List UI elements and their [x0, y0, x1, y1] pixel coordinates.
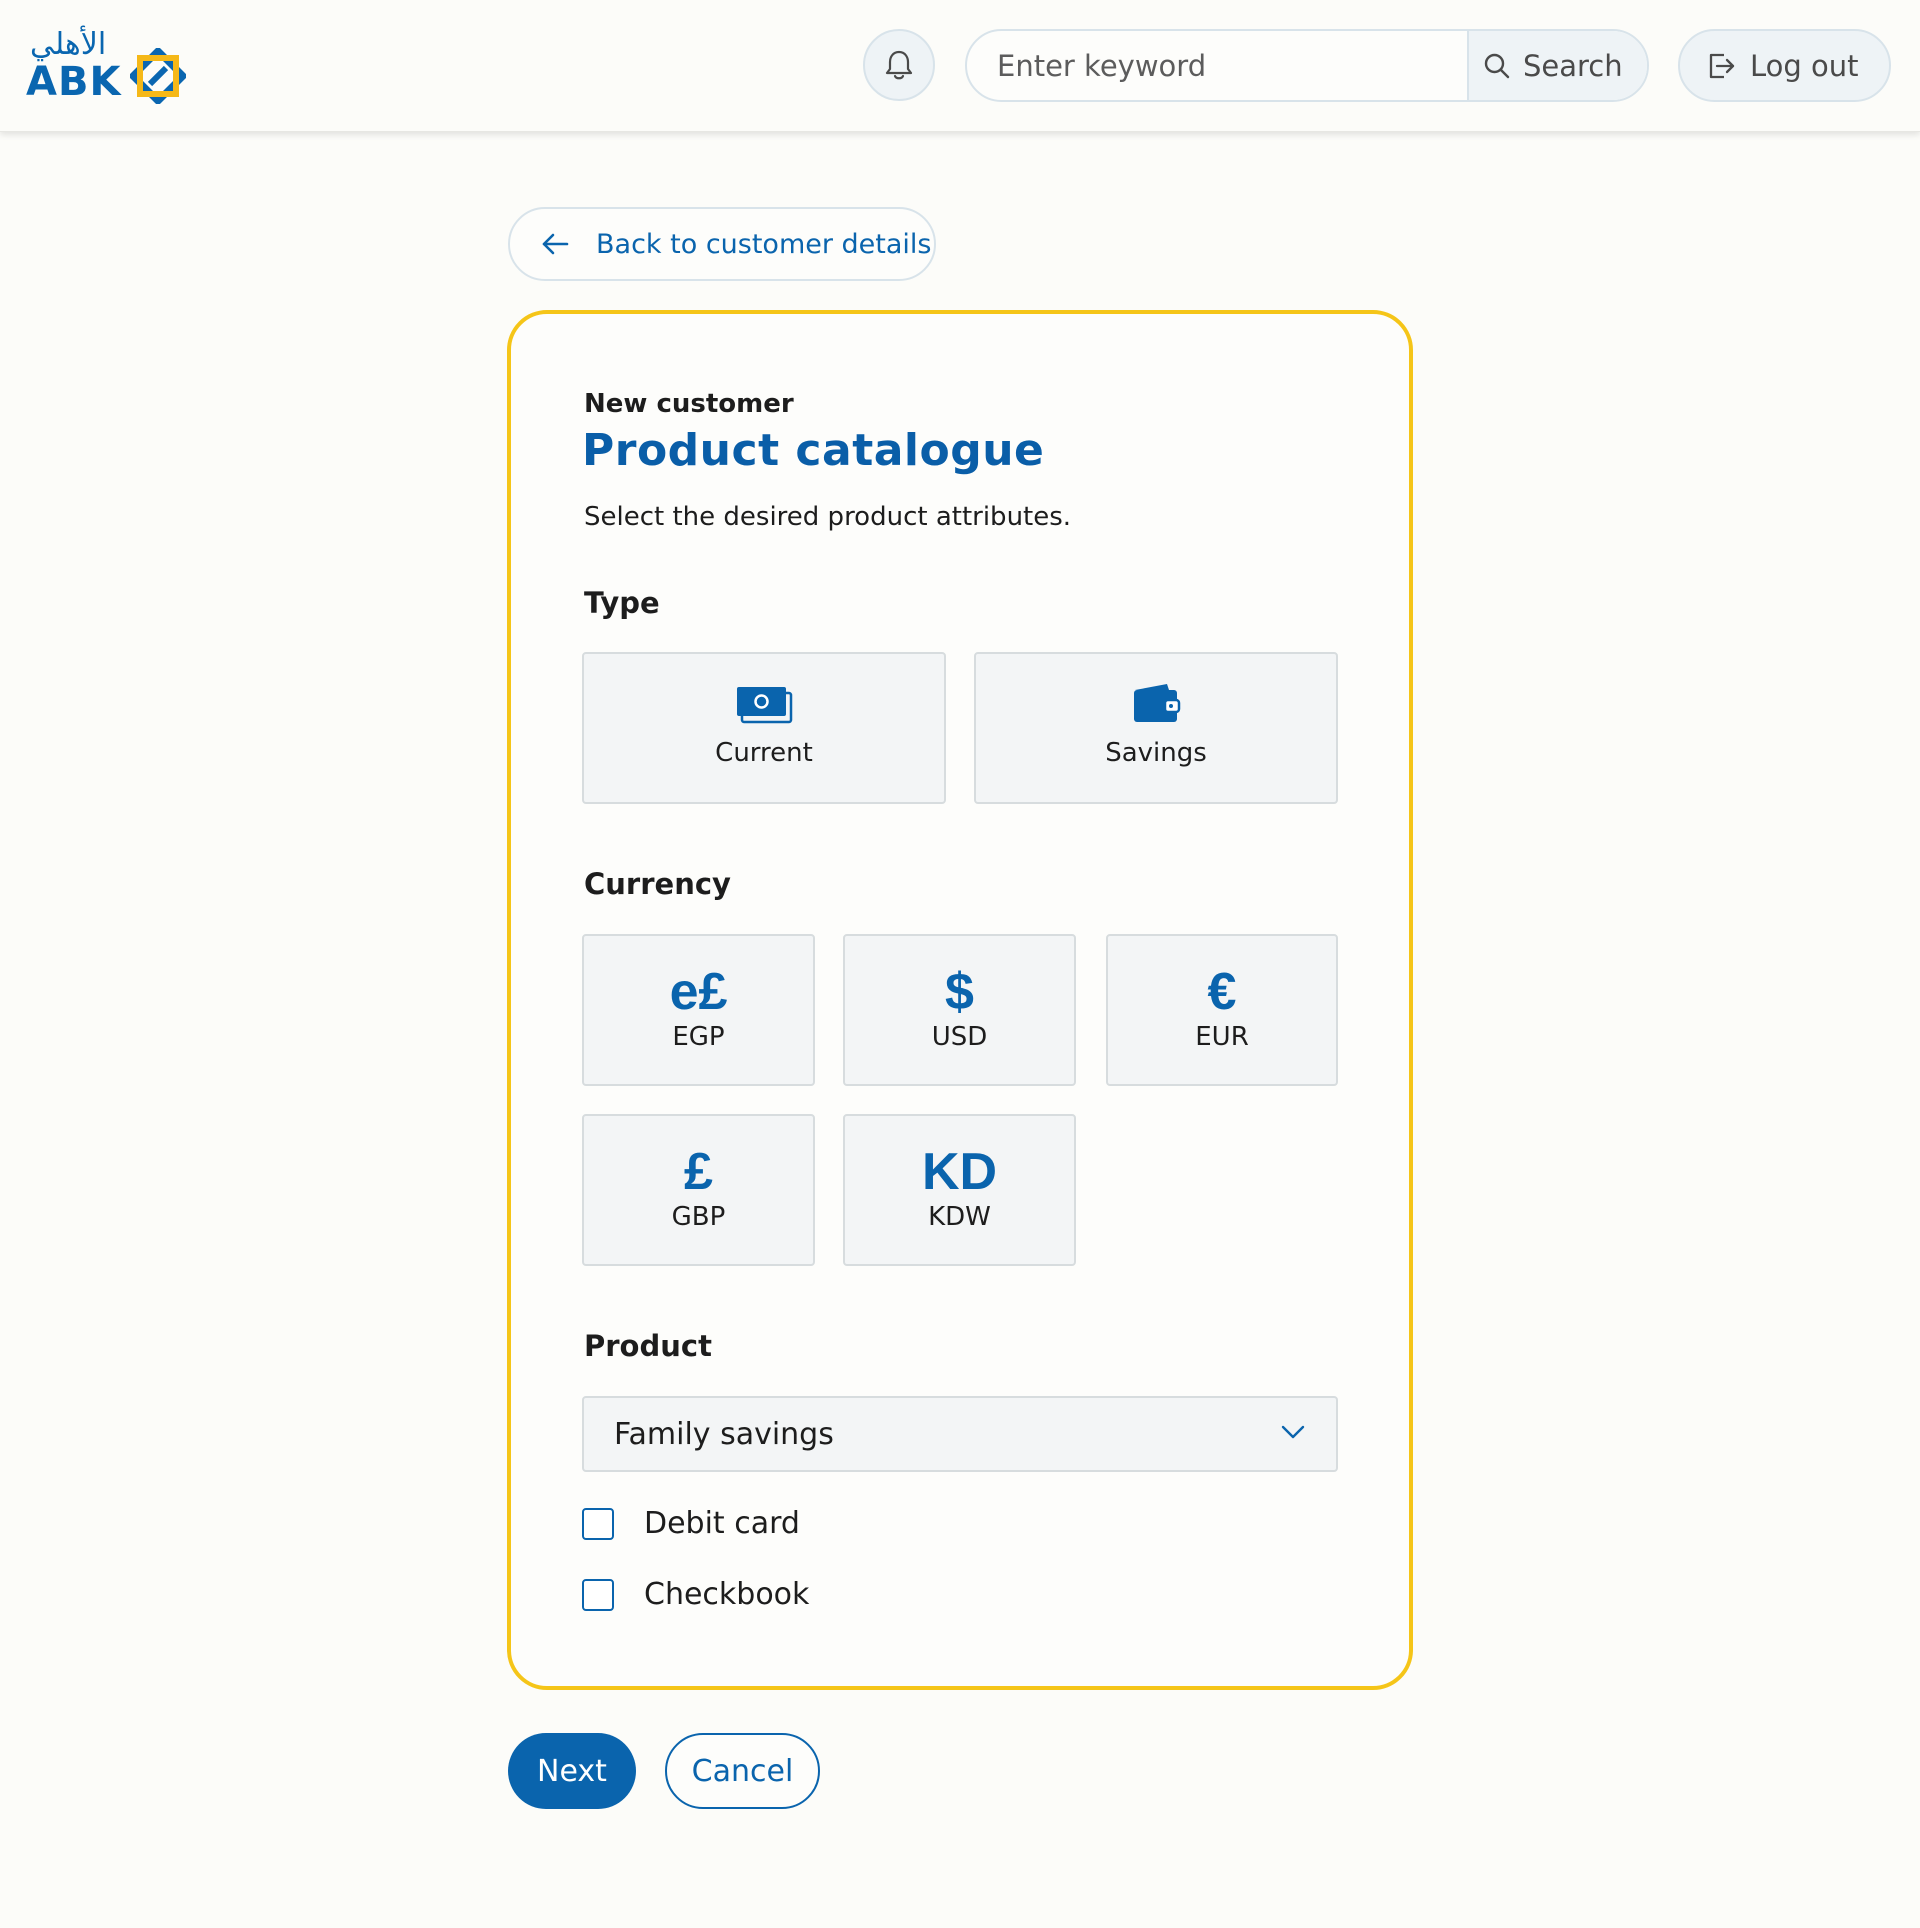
type-option-label: Current — [715, 738, 813, 768]
chevron-down-icon — [1281, 1425, 1305, 1439]
type-option-label: Savings — [1105, 738, 1207, 768]
search-button-label: Search — [1523, 48, 1623, 83]
search-button[interactable]: Search — [1467, 31, 1647, 100]
cancel-button[interactable]: Cancel — [665, 1733, 820, 1809]
type-section-label: Type — [584, 586, 660, 620]
top-header: الأهلي ABK Search Log out — [0, 0, 1920, 132]
currency-code: USD — [931, 1022, 988, 1052]
next-button[interactable]: Next — [508, 1733, 636, 1809]
currency-code: EGP — [672, 1022, 725, 1052]
logout-button[interactable]: Log out — [1678, 29, 1891, 102]
page-eyebrow: New customer — [584, 389, 794, 419]
page-subtitle: Select the desired product attributes. — [584, 502, 1072, 532]
bell-icon — [885, 50, 913, 80]
debit-card-label: Debit card — [644, 1506, 800, 1541]
search-input[interactable] — [967, 31, 1467, 100]
currency-option-usd[interactable]: $ USD — [843, 934, 1076, 1086]
currency-symbol: $ — [945, 963, 974, 1021]
search-icon — [1484, 53, 1510, 78]
logo-arabic-text: الأهلي — [30, 27, 107, 62]
product-select[interactable]: Family savings — [582, 1396, 1338, 1472]
abk-logo[interactable]: الأهلي ABK — [26, 28, 188, 104]
logout-label: Log out — [1750, 48, 1859, 83]
checkbook-checkbox[interactable] — [582, 1578, 614, 1611]
currency-code: EUR — [1195, 1022, 1249, 1052]
currency-code: KDW — [928, 1202, 991, 1232]
currency-option-egp[interactable]: e£ EGP — [582, 934, 815, 1086]
currency-symbol: e£ — [669, 963, 728, 1021]
page-title: Product catalogue — [582, 425, 1045, 476]
currency-symbol: € — [1207, 963, 1237, 1021]
arrow-left-icon — [542, 233, 569, 255]
currency-symbol: KD — [921, 1143, 998, 1201]
currency-symbol: £ — [684, 1143, 713, 1201]
type-option-current[interactable]: Current — [582, 652, 946, 804]
checkbook-option[interactable]: Checkbook — [582, 1577, 809, 1612]
logo-mark-icon — [130, 48, 186, 104]
logo-latin-text: ABK — [26, 59, 122, 105]
currency-option-kdw[interactable]: KD KDW — [843, 1114, 1076, 1266]
currency-option-eur[interactable]: € EUR — [1106, 934, 1338, 1086]
currency-code: GBP — [671, 1202, 726, 1232]
type-option-savings[interactable]: Savings — [974, 652, 1338, 804]
logout-icon — [1709, 53, 1735, 78]
debit-card-option[interactable]: Debit card — [582, 1506, 800, 1541]
product-select-value: Family savings — [614, 1416, 834, 1452]
back-to-customer-details-button[interactable]: Back to customer details — [508, 207, 936, 281]
notifications-button[interactable] — [863, 29, 935, 101]
cash-icon — [584, 684, 944, 724]
currency-section-label: Currency — [584, 867, 731, 901]
search-bar: Search — [965, 29, 1649, 102]
checkbook-label: Checkbook — [644, 1577, 810, 1612]
product-section-label: Product — [584, 1329, 712, 1363]
currency-option-gbp[interactable]: £ GBP — [582, 1114, 815, 1266]
debit-card-checkbox[interactable] — [582, 1507, 614, 1540]
back-button-label: Back to customer details — [596, 228, 932, 260]
wallet-icon — [976, 682, 1336, 724]
